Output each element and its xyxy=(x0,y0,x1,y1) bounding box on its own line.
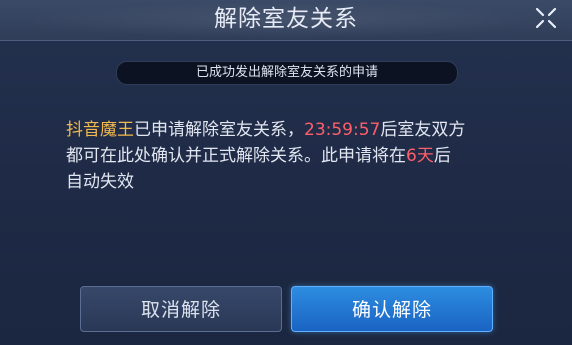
countdown-timer: 23:59:57 xyxy=(304,120,381,140)
cancel-dissolve-button[interactable]: 取消解除 xyxy=(80,286,282,332)
close-button[interactable] xyxy=(530,3,562,33)
dissolve-message: 抖音魔王已申请解除室友关系，23:59:57后室友双方都可在此处确认并正式解除关… xyxy=(66,117,466,195)
status-toast: 已成功发出解除室友关系的申请 xyxy=(116,61,458,85)
player-name: 抖音魔王 xyxy=(66,120,134,140)
confirm-dissolve-button[interactable]: 确认解除 xyxy=(291,286,493,332)
dialog-title: 解除室友关系 xyxy=(214,6,358,32)
expiry-days: 6天 xyxy=(406,146,434,166)
dissolve-roommate-dialog: 解除室友关系 已成功发出解除室友关系的申请 抖音魔王已申请解除室友关系，23:5… xyxy=(0,0,572,345)
dialog-header: 解除室友关系 xyxy=(0,0,572,41)
message-text-1: 已申请解除室友关系， xyxy=(134,120,304,140)
close-icon xyxy=(535,7,557,29)
